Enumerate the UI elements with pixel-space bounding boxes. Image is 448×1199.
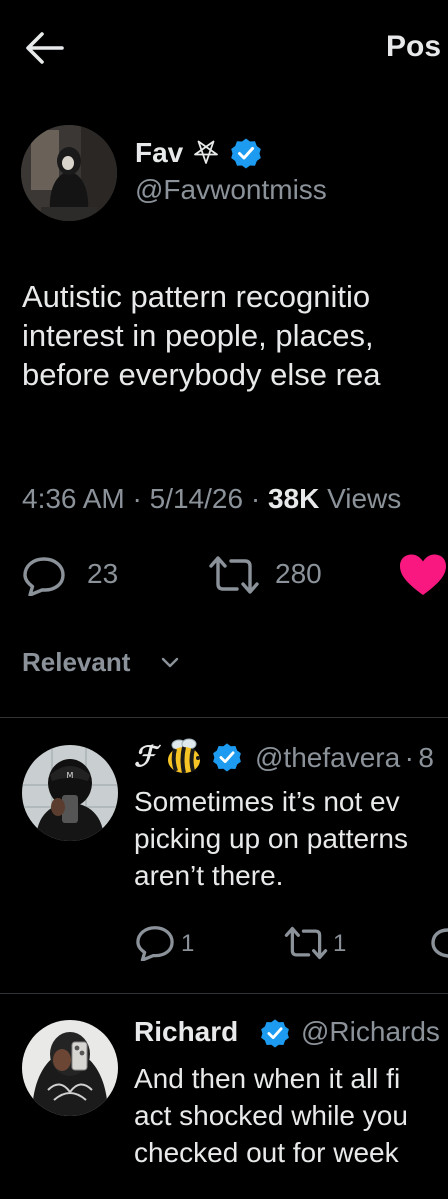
- reply-text-line: picking up on patterns: [134, 823, 408, 854]
- avatar-image: [22, 1020, 118, 1116]
- reply-text-line: Sometimes it’s not ev: [134, 786, 400, 817]
- views-count[interactable]: 38K: [268, 483, 319, 514]
- post-time[interactable]: 4:36 AM: [22, 483, 125, 514]
- author-avatar[interactable]: [21, 125, 117, 221]
- verified-icon: [261, 1019, 289, 1048]
- post-meta: 4:36 AM · 5/14/26 · 38K Views: [22, 483, 401, 515]
- post-text-line: before everybody else rea: [22, 357, 381, 392]
- reply-icon[interactable]: [22, 556, 66, 596]
- reply-author-name[interactable]: Richard: [134, 1016, 238, 1047]
- repost-count: 280: [275, 558, 322, 589]
- views-label[interactable]: Views: [327, 483, 401, 514]
- reply-meta: @Richards: [301, 1016, 440, 1048]
- page-title: Pos: [386, 30, 442, 63]
- post-text-line: Autistic pattern recognitio: [22, 279, 371, 314]
- verified-icon: [231, 138, 261, 169]
- repost-icon[interactable]: [207, 554, 261, 596]
- reply-text-line: checked out for week: [134, 1137, 399, 1168]
- heart-icon[interactable]: [398, 553, 448, 597]
- reply-text-line: And then when it all fi: [134, 1063, 401, 1094]
- divider: [0, 993, 448, 994]
- repost-count: 1: [333, 930, 347, 957]
- reply-count: 23: [87, 558, 119, 589]
- reply-author-name[interactable]: ℱ: [134, 740, 156, 773]
- bee-emoji-icon: [168, 738, 200, 774]
- reply-count: 1: [181, 930, 195, 957]
- divider: [0, 717, 448, 718]
- reply-text: And then when it all fi act shocked whil…: [134, 1060, 408, 1171]
- reply-text-line: aren’t there.: [134, 860, 284, 891]
- reply-text-line: act shocked while you: [134, 1100, 408, 1131]
- meta-separator: ·: [132, 483, 142, 514]
- author-name[interactable]: Fav: [135, 137, 183, 169]
- verified-icon: [213, 743, 241, 772]
- chevron-down-icon[interactable]: [160, 656, 180, 670]
- avatar-image: [21, 125, 117, 221]
- reply-avatar[interactable]: [22, 1020, 118, 1116]
- meta-separator: ·: [250, 483, 261, 514]
- reply-handle[interactable]: @Richards: [301, 1016, 440, 1047]
- reply-author-row: ℱ: [134, 740, 156, 773]
- meta-separator: ·: [404, 742, 414, 773]
- svg-text:M: M: [67, 771, 74, 780]
- reply-text: Sometimes it’s not ev picking up on patt…: [134, 783, 408, 894]
- author-handle[interactable]: @Favwontmiss: [135, 174, 327, 206]
- post-date[interactable]: 5/14/26: [150, 483, 243, 514]
- reply-author-row: Richard: [134, 1016, 238, 1048]
- post-text-line: interest in people, places,: [22, 318, 374, 353]
- repost-icon[interactable]: [283, 925, 329, 961]
- avatar-image: M: [22, 745, 118, 841]
- like-icon[interactable]: [430, 925, 448, 961]
- post-text: Autistic pattern recognitio interest in …: [22, 277, 448, 394]
- reply-time[interactable]: 8: [418, 742, 434, 773]
- back-arrow-icon[interactable]: [24, 31, 64, 65]
- reply-meta: @thefavera · 8: [255, 742, 434, 774]
- pentagram-icon: [194, 140, 218, 164]
- reply-handle[interactable]: @thefavera: [255, 742, 400, 773]
- reply-icon[interactable]: [135, 925, 175, 961]
- sort-dropdown[interactable]: Relevant: [22, 647, 130, 678]
- reply-avatar[interactable]: M: [22, 745, 118, 841]
